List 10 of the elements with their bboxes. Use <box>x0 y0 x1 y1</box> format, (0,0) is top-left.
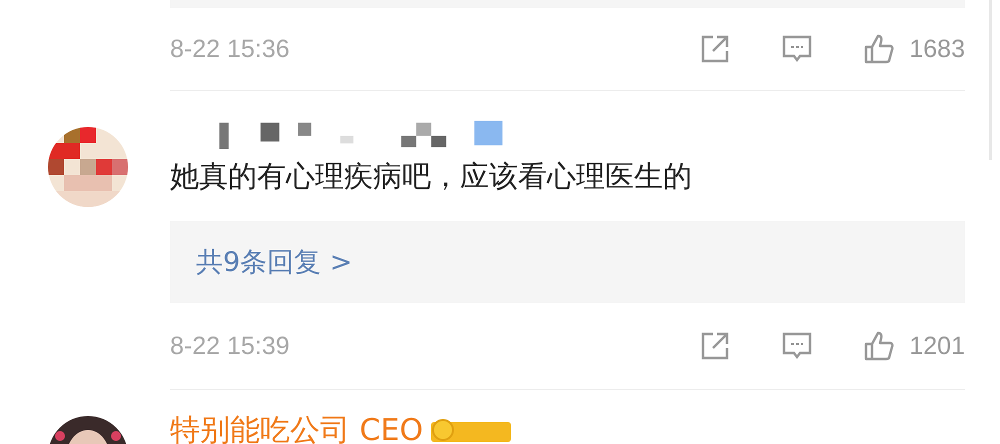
like-count: 1201 <box>909 332 965 360</box>
timestamp: 8-22 15:39 <box>170 332 291 360</box>
thumbs-up-icon[interactable] <box>863 33 896 65</box>
vip-badge-icon <box>431 418 512 442</box>
thumbs-up-icon[interactable] <box>863 330 896 362</box>
timestamp: 8-22 15:36 <box>170 34 291 64</box>
comment-text: 她真的有心理疾病吧，应该看心理医生的 <box>170 158 693 195</box>
view-replies-link[interactable]: 共9条回复 > <box>196 244 352 280</box>
username[interactable]: 特别能吃公司 CEO <box>170 416 424 444</box>
like-count: 1683 <box>909 34 965 64</box>
